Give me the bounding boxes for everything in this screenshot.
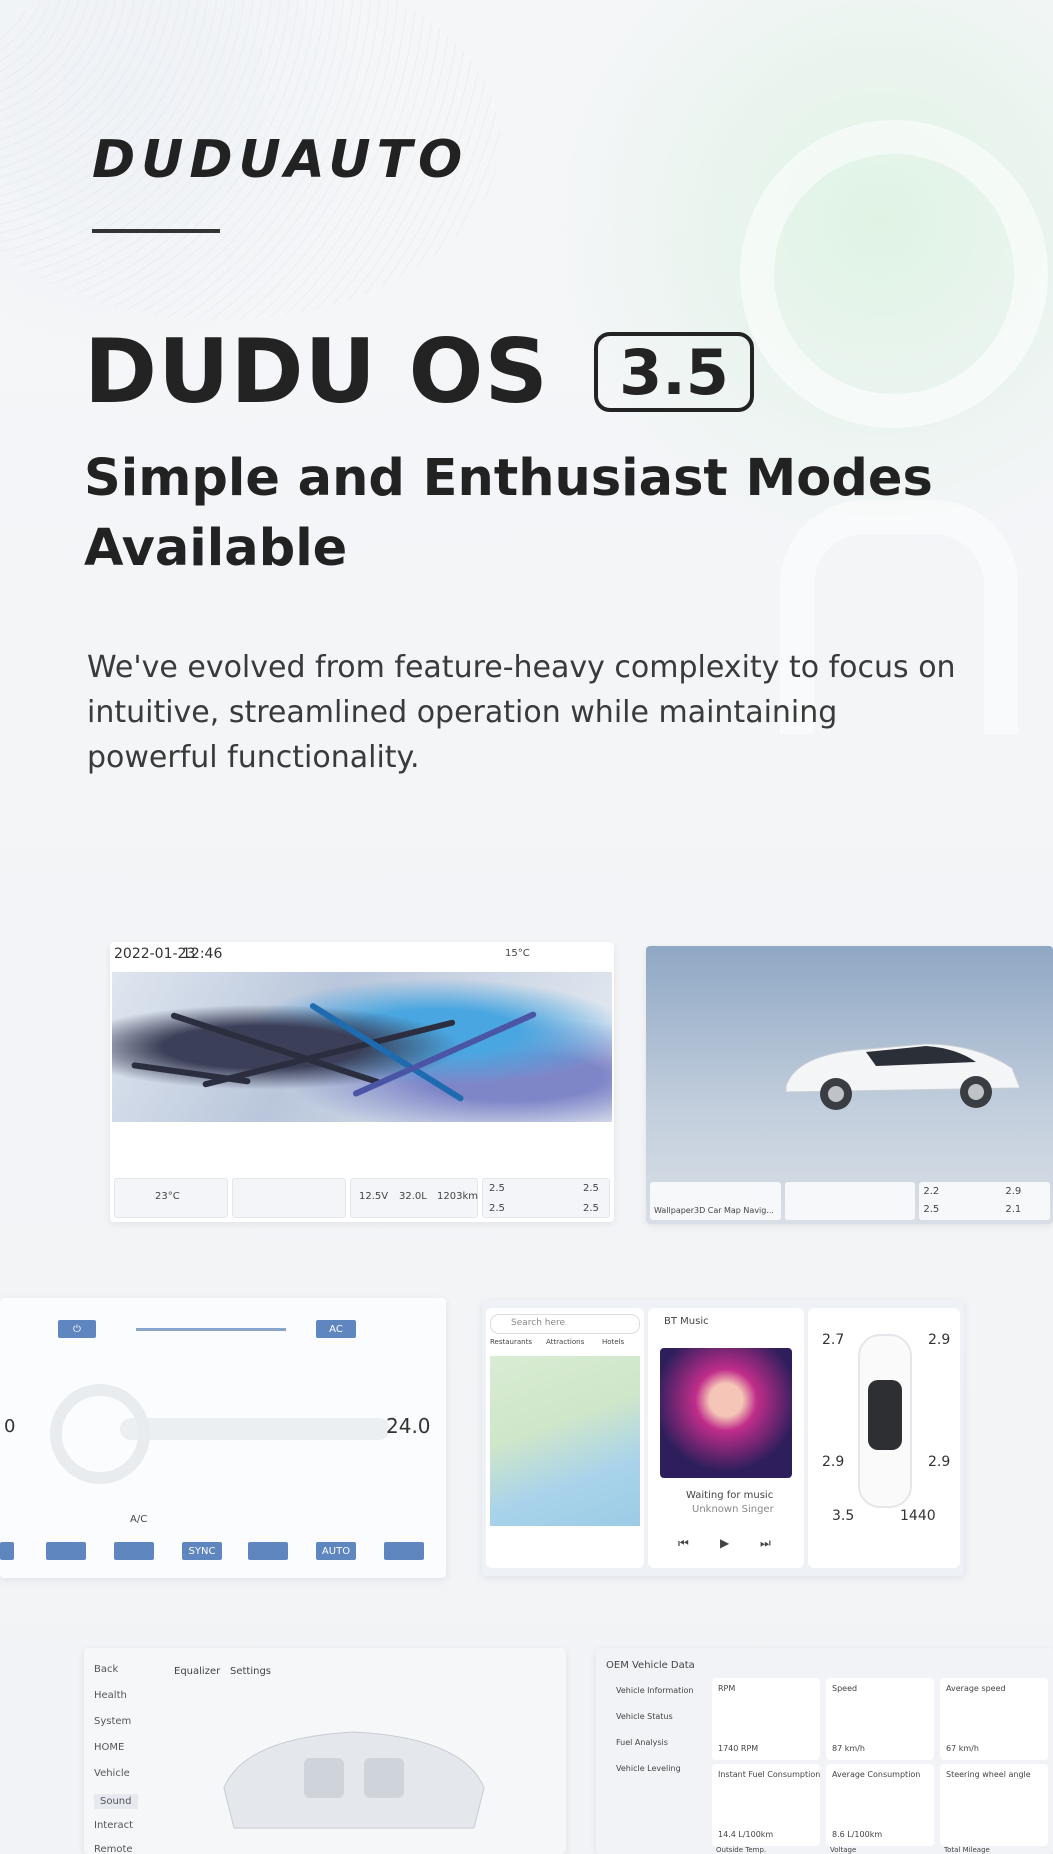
menu-sound[interactable]: Sound (94, 1794, 138, 1809)
voltage-value: 3.5 (832, 1508, 855, 1524)
rpm-value: 1440 (900, 1508, 936, 1524)
search-placeholder: Search here (511, 1318, 566, 1328)
version-badge: 3.5 (594, 332, 754, 412)
tire-lt: 2.5 (489, 1183, 505, 1194)
steering-wheel-icon (50, 1384, 150, 1484)
tire-lb: 2.5 (489, 1203, 505, 1214)
sync-button[interactable]: SYNC (182, 1542, 222, 1560)
dock-label-map: Map Navig... (724, 1206, 774, 1215)
menu-health[interactable]: Health (94, 1690, 127, 1701)
hero-subtitle: Simple and Enthusiast Modes Available (84, 449, 933, 578)
tire-fr: 2.9 (928, 1332, 951, 1348)
music-status: Waiting for music (686, 1490, 774, 1501)
tire-fl: 2.7 (822, 1332, 845, 1348)
car-topview-icon (858, 1334, 912, 1508)
stat-voltage: 12.5V (359, 1191, 389, 1202)
weather-temp: 23°C (155, 1191, 180, 1202)
album-art (660, 1348, 792, 1478)
card-instant-fuel: Instant Fuel Consumption 14.4 L/100km (712, 1764, 820, 1846)
logo-underline (92, 229, 220, 233)
power-button[interactable]: ⏻ (58, 1320, 96, 1338)
card-rpm: RPM 1740 RPM (712, 1678, 820, 1760)
menu-interact[interactable]: Interact (94, 1820, 133, 1831)
car-interior-icon (223, 1731, 485, 1829)
menu-home[interactable]: HOME (94, 1742, 124, 1753)
tire-fl: 2.2 (923, 1186, 940, 1197)
tire-rl: 2.9 (822, 1454, 845, 1470)
mode-widget[interactable] (232, 1178, 346, 1218)
tire-rl: 2.5 (923, 1204, 940, 1215)
car-3d-icon (785, 1043, 1021, 1110)
music-panel: BT Music Waiting for music Unknown Singe… (648, 1308, 804, 1568)
stat-fuel: 32.0L (399, 1191, 427, 1202)
music-singer: Unknown Singer (692, 1504, 774, 1515)
card-steering-angle: Steering wheel angle (940, 1764, 1048, 1846)
anime-wallpaper (112, 972, 612, 1122)
map-view[interactable] (490, 1356, 640, 1526)
play-icon[interactable]: ▶ (720, 1536, 729, 1550)
menu-vehicle[interactable]: Vehicle (94, 1768, 130, 1779)
menu-fuel-analysis[interactable]: Fuel Analysis (616, 1738, 668, 1747)
next-icon[interactable]: ⏭ (760, 1536, 771, 1551)
chip-restaurants[interactable]: Restaurants (490, 1338, 532, 1346)
tire-panel: 2.7 2.9 2.9 2.9 3.5 1440 (808, 1308, 960, 1568)
card-speed: Speed 87 km/h (826, 1678, 934, 1760)
chip-hotels[interactable]: Hotels (602, 1338, 624, 1346)
tire-rb: 2.5 (583, 1203, 599, 1214)
hero-title: DUDU OS (84, 320, 549, 423)
back-button[interactable]: Back (94, 1664, 118, 1675)
footer-voltage: Voltage (830, 1846, 857, 1854)
map-panel: Search here Restaurants Attractions Hote… (486, 1308, 644, 1568)
footer-outside-temp: Outside Temp. (716, 1846, 767, 1854)
menu-remote[interactable]: Remote (94, 1844, 133, 1854)
tire-rr: 2.9 (928, 1454, 951, 1470)
dashboard-render (120, 1418, 390, 1440)
screenshot-sound-settings: Back Equalizer Settings Health System HO… (84, 1648, 566, 1854)
hero-description: We've evolved from feature-heavy complex… (87, 650, 956, 775)
screenshot-split-view: Search here Restaurants Attractions Hote… (482, 1300, 964, 1576)
screenshot-vehicle-data: OEM Vehicle Data Vehicle Information Veh… (596, 1648, 1053, 1854)
prev-icon[interactable]: ⏮ (678, 1536, 689, 1551)
menu-vehicle-info[interactable]: Vehicle Information (616, 1686, 693, 1695)
screenshot-climate-control: ⏻ AC 0 24.0 A/C SYNC AUTO (0, 1298, 446, 1578)
stat-range: 1203km (437, 1191, 478, 1202)
bottom-dock: 23°C 12.5V 32.0L 1203km 2.5 2.5 2.5 2.5 (114, 1178, 610, 1218)
tab-equalizer[interactable]: Equalizer (174, 1666, 220, 1677)
left-temp: 0 (4, 1416, 16, 1437)
climate-btn-0[interactable] (0, 1542, 14, 1560)
footer-total-mileage: Total Mileage (944, 1846, 990, 1854)
tire-rt: 2.5 (583, 1183, 599, 1194)
bottom-dock: Wallpaper 3D Car Map Navig... 2.2 2.5 2.… (650, 1182, 1051, 1220)
status-temp: 15°C (505, 948, 530, 959)
auto-button[interactable]: AUTO (316, 1542, 356, 1560)
dock-label-wallpaper: Wallpaper (654, 1206, 695, 1215)
menu-system[interactable]: System (94, 1716, 131, 1727)
climate-btn-1[interactable] (46, 1542, 86, 1560)
map-search-input[interactable]: Search here (490, 1314, 640, 1334)
vehicle-data-header[interactable]: OEM Vehicle Data (606, 1660, 695, 1671)
climate-btn-4[interactable] (248, 1542, 288, 1560)
climate-btn-2[interactable] (114, 1542, 154, 1560)
chip-attractions[interactable]: Attractions (546, 1338, 584, 1346)
fan-slider[interactable] (136, 1328, 286, 1331)
music-widget[interactable] (784, 1182, 916, 1220)
music-source: BT Music (664, 1316, 709, 1327)
status-time: 12:46 (182, 946, 223, 962)
screenshot-wallpaper-mode: 2022-01-23 12:46 15°C 23°C 12.5V 32.0L 1… (110, 942, 614, 1222)
card-average-speed: Average speed 67 km/h (940, 1678, 1048, 1760)
menu-vehicle-leveling[interactable]: Vehicle Leveling (616, 1764, 681, 1773)
ac-button[interactable]: AC (316, 1320, 356, 1338)
brand-logo: DUDUAUTO (92, 130, 469, 190)
menu-vehicle-status[interactable]: Vehicle Status (616, 1712, 673, 1721)
dock-label-3dcar: 3D Car (694, 1206, 722, 1215)
card-average-consumption: Average Consumption 8.6 L/100km (826, 1764, 934, 1846)
right-temp: 24.0 (386, 1414, 431, 1438)
ac-mode-label: A/C (130, 1514, 148, 1525)
climate-btn-6[interactable] (384, 1542, 424, 1560)
tab-settings[interactable]: Settings (230, 1666, 271, 1677)
tire-rr: 2.1 (1005, 1204, 1022, 1215)
decorative-ring (740, 120, 1048, 428)
tire-fr: 2.9 (1005, 1186, 1022, 1197)
screenshot-3d-car-mode: Wallpaper 3D Car Map Navig... 2.2 2.5 2.… (646, 946, 1053, 1224)
